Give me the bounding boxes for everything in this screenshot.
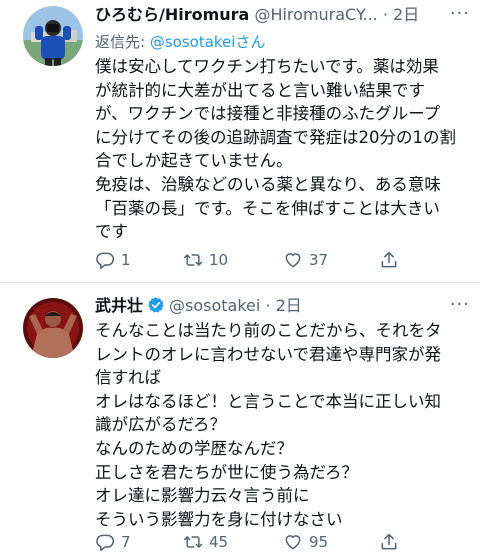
action-bar: 7 45 95 <box>95 529 475 555</box>
action-bar: 1 10 37 <box>95 247 475 273</box>
like-count: 37 <box>309 251 329 269</box>
reply-count: 1 <box>121 251 131 269</box>
tweet-header: ひろむら/Hiromura @HiromuraCY... · 2日 <box>95 5 472 25</box>
tweet-text-line: 「百薬の長」です。そこを伸ばすことは大きい <box>95 198 440 218</box>
reply-icon <box>96 534 115 552</box>
tweet-1[interactable]: ひろむら/Hiromura @HiromuraCY... · 2日 ··· 返信… <box>0 0 480 282</box>
tweet-text-line: が統計的に大差が出てると言い難い結果です <box>95 80 425 100</box>
separator-dot: · <box>265 296 271 315</box>
retweet-icon <box>183 254 203 266</box>
reply-button[interactable]: 1 <box>95 247 131 273</box>
timestamp[interactable]: 2日 <box>393 5 419 24</box>
tweet-header: 武井壮 @sosotakei · 2日 <box>95 296 472 319</box>
tweet-text-line: 識が広がるだろ？ <box>95 415 227 435</box>
tweet-text-line: 僕は安心してワクチン打ちたいです。薬は効果 <box>95 57 439 76</box>
tweet-text-line: オレ達に影響力云々言う前に <box>95 486 310 506</box>
tweet-text-line: です <box>95 222 128 242</box>
tweet-text: そんなことは当たり前のことだから、それをタ レントのオレに言わせないで君達や専門… <box>95 319 467 531</box>
heart-icon <box>285 535 301 550</box>
like-count: 95 <box>309 533 329 551</box>
tweet-text-line: オレはなるほど！と言うことで本当に正しい知 <box>95 391 442 411</box>
retweet-button[interactable]: 45 <box>183 529 228 555</box>
tweet-text: 僕は安心してワクチン打ちたいです。薬は効果 が統計的に大差が出てると言い難い結果… <box>95 55 467 244</box>
avatar-image <box>23 6 83 66</box>
tweet-text-line: が、ワクチンでは接種と非接種のふたグループ <box>95 104 441 124</box>
user-handle[interactable]: @HiromuraCY... <box>254 5 377 24</box>
share-icon <box>381 251 397 268</box>
tweet-text-line: そういう影響力を身に付けなさい <box>95 509 343 529</box>
timestamp[interactable]: 2日 <box>276 296 302 315</box>
tweet-text-line: なんのための学歴なんだ？ <box>95 438 293 458</box>
reply-icon <box>96 252 115 270</box>
share-icon <box>381 533 397 550</box>
like-button[interactable]: 37 <box>283 247 328 273</box>
tweet-text-line: 正しさを君たちが世に使う為だろ？ <box>95 462 359 482</box>
user-handle[interactable]: @sosotakei <box>169 296 260 315</box>
reply-to-label: 返信先: <box>95 33 146 51</box>
tweet-text-line: そんなことは当たり前のことだから、それをタ <box>95 321 442 340</box>
share-button[interactable] <box>379 529 399 555</box>
tweet-text-line: レントのオレに言わせないで君達や専門家が発 <box>95 344 442 364</box>
tweet-text-line: 信すれば <box>95 368 161 388</box>
reply-count: 7 <box>121 533 131 551</box>
reply-button[interactable]: 7 <box>95 529 131 555</box>
tweet-divider <box>0 282 480 283</box>
display-name[interactable]: 武井壮 <box>95 296 143 315</box>
reply-to-line: 返信先: @sosotakeiさん <box>95 31 265 52</box>
tweet-text-line: 合でしか起きていません。 <box>95 151 293 171</box>
retweet-icon <box>183 536 203 548</box>
tweet-text-line: に分けてその後の追跡調査で発症は20分の1の割 <box>95 127 456 147</box>
verified-badge-icon <box>147 296 165 319</box>
tweet-text-line: 免疫は、治験などのいる薬と異なり、ある意味 <box>95 174 441 194</box>
heart-icon <box>285 253 301 268</box>
reply-to-handle[interactable]: @sosotakei <box>150 33 236 51</box>
retweet-button[interactable]: 10 <box>183 247 228 273</box>
like-button[interactable]: 95 <box>283 529 328 555</box>
avatar-image <box>23 298 83 358</box>
share-button[interactable] <box>379 247 399 273</box>
display-name[interactable]: ひろむら/Hiromura <box>95 5 249 24</box>
avatar[interactable] <box>23 6 83 66</box>
more-icon[interactable]: ··· <box>450 3 470 24</box>
retweet-count: 45 <box>209 533 229 551</box>
separator-dot: · <box>382 5 388 24</box>
avatar[interactable] <box>23 298 83 358</box>
more-icon[interactable]: ··· <box>450 294 470 315</box>
reply-to-suffix: さん <box>235 33 266 51</box>
retweet-count: 10 <box>209 251 229 269</box>
tweet-2[interactable]: 武井壮 @sosotakei · 2日 ··· そんなことは当たり前のことだから、… <box>0 284 480 560</box>
